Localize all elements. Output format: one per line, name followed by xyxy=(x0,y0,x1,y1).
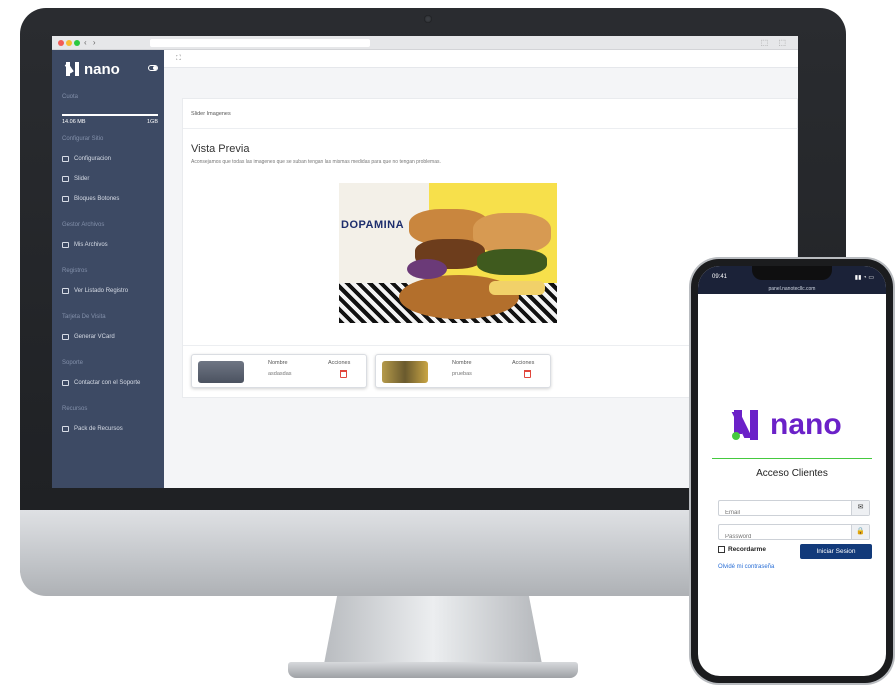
fullscreen-icon[interactable]: ⛶ xyxy=(176,55,181,63)
actions-column-header: Acciones xyxy=(328,360,351,366)
login-heading: Acceso Clientes xyxy=(756,468,828,479)
section-configurar-sitio: Configurar Sitio xyxy=(62,136,104,142)
address-bar[interactable] xyxy=(150,39,370,47)
sidebar: nano Cuota 14.06 MB 1GB Configurar Sitio… xyxy=(52,50,164,488)
sidebar-item-label: Pack de Recursos xyxy=(74,426,123,432)
sidebar-item-configuracion[interactable]: Configuracion xyxy=(62,156,111,162)
preview-description: Aconsejamos que todas las imagenes que s… xyxy=(191,159,441,165)
sidebar-item-contactar-soporte[interactable]: Contactar con el Soporte xyxy=(62,380,140,386)
phone-screen: 09:41 ▮▮ ◔ ▭ panel.nanotecllc.com nano A… xyxy=(698,266,886,676)
email-field[interactable]: ✉ xyxy=(718,500,870,520)
mockup-stage: ‹ › ⬚ ⬚ nano Cuota 14.06 MB 1GB Configur… xyxy=(0,0,895,686)
remember-label: Recordarme xyxy=(728,546,766,553)
chat-icon xyxy=(62,380,69,386)
slide-thumbnail xyxy=(382,361,428,383)
maximize-window-button[interactable] xyxy=(74,40,80,46)
name-column-header: Nombre xyxy=(452,360,472,366)
phone-notch xyxy=(752,266,832,280)
phone-frame: 09:41 ▮▮ ◔ ▭ panel.nanotecllc.com nano A… xyxy=(691,259,893,683)
divider xyxy=(712,458,872,459)
forgot-password-link[interactable]: Olvidé mi contraseña xyxy=(718,564,774,570)
quota-used: 14.06 MB xyxy=(62,119,86,125)
back-forward-icon[interactable]: ‹ › xyxy=(84,38,98,47)
actions-column-header: Acciones xyxy=(512,360,535,366)
slider-preview-image: DOPAMINA xyxy=(339,183,557,323)
login-button[interactable]: Iniciar Sesion xyxy=(800,544,872,559)
nano-logo: nano xyxy=(731,408,842,442)
slide-thumbnail xyxy=(198,361,244,383)
section-recursos: Recursos xyxy=(62,406,88,412)
slide-name: pruebas xyxy=(452,371,472,377)
chat-icon xyxy=(62,426,69,432)
sidebar-item-label: Contactar con el Soporte xyxy=(74,380,141,386)
trash-icon[interactable] xyxy=(340,370,347,378)
section-gestor-archivos: Gestor Archivos xyxy=(62,222,105,228)
quota-progress-bar xyxy=(62,114,158,116)
sidebar-item-slider[interactable]: Slider xyxy=(62,176,89,182)
nano-logo-icon xyxy=(731,410,766,440)
remember-me-checkbox[interactable]: Recordarme xyxy=(718,546,766,553)
nano-logo-icon xyxy=(64,62,80,76)
sidebar-item-pack-recursos[interactable]: Pack de Recursos xyxy=(62,426,123,432)
browser-actions-icon[interactable]: ⬚ ⬚ xyxy=(761,38,790,47)
sidebar-item-bloques-botones[interactable]: Bloques Botones xyxy=(62,196,119,202)
logo-text: nano xyxy=(84,60,120,78)
imac-screen: ‹ › ⬚ ⬚ nano Cuota 14.06 MB 1GB Configur… xyxy=(52,36,798,488)
minimize-window-button[interactable] xyxy=(66,40,72,46)
logo-text: nano xyxy=(770,408,842,441)
card-header-title: Slider Imagenes xyxy=(191,111,231,117)
list-icon xyxy=(62,288,69,294)
status-bar: 09:41 ▮▮ ◔ ▭ panel.nanotecllc.com xyxy=(698,266,886,294)
image-icon xyxy=(62,176,69,182)
section-registros: Registros xyxy=(62,268,88,274)
slide-item[interactable]: Nombre pruebas Acciones xyxy=(375,354,551,388)
section-cuota: Cuota xyxy=(62,94,79,100)
phone-url[interactable]: panel.nanotecllc.com xyxy=(698,286,886,292)
status-time: 09:41 xyxy=(712,274,728,280)
sidebar-item-label: Generar VCard xyxy=(74,334,115,340)
sidebar-item-label: Mis Archivos xyxy=(74,242,108,248)
sidebar-logo[interactable]: nano xyxy=(64,60,120,78)
browser-toolbar: ‹ › ⬚ ⬚ xyxy=(52,36,798,50)
email-input[interactable] xyxy=(719,506,851,520)
name-column-header: Nombre xyxy=(268,360,288,366)
slide-item[interactable]: Nombre asdasdas Acciones xyxy=(191,354,367,388)
imac-stand-base xyxy=(288,662,578,678)
sidebar-item-generar-vcard[interactable]: Generar VCard xyxy=(62,334,115,340)
quota-total: 1GB xyxy=(146,119,158,125)
slide-name: asdasdas xyxy=(268,371,292,377)
trash-icon[interactable] xyxy=(524,370,531,378)
sidebar-item-label: Slider xyxy=(74,176,90,182)
card-header: Slider Imagenes xyxy=(183,99,797,129)
signal-battery-icon: ▮▮ ◔ ▭ xyxy=(854,275,874,281)
sidebar-item-label: Bloques Botones xyxy=(74,196,120,202)
folder-icon xyxy=(62,242,69,248)
lock-icon: 🔒 xyxy=(851,525,869,539)
password-field[interactable]: 🔒 xyxy=(718,524,870,544)
sidebar-item-label: Ver Listado Registro xyxy=(74,288,129,294)
sidebar-item-mis-archivos[interactable]: Mis Archivos xyxy=(62,242,108,248)
photo-brand-text: DOPAMINA xyxy=(341,219,405,231)
top-bar: ⛶ xyxy=(164,50,798,68)
imac-stand xyxy=(324,596,542,664)
sidebar-toggle-icon[interactable] xyxy=(148,65,158,71)
preview-title: Vista Previa xyxy=(191,143,250,155)
password-input[interactable] xyxy=(719,530,851,544)
sidebar-item-ver-listado[interactable]: Ver Listado Registro xyxy=(62,288,128,294)
checkbox-box[interactable] xyxy=(718,546,725,553)
menu-icon xyxy=(62,156,69,162)
sidebar-item-label: Configuracion xyxy=(74,156,112,162)
envelope-icon: ✉ xyxy=(851,501,869,515)
section-tarjeta-visita: Tarjeta De Visita xyxy=(62,314,106,320)
close-window-button[interactable] xyxy=(58,40,64,46)
section-soporte: Soporte xyxy=(62,360,84,366)
gears-icon xyxy=(62,334,69,340)
camera-icon xyxy=(424,15,432,23)
cube-icon xyxy=(62,196,69,202)
